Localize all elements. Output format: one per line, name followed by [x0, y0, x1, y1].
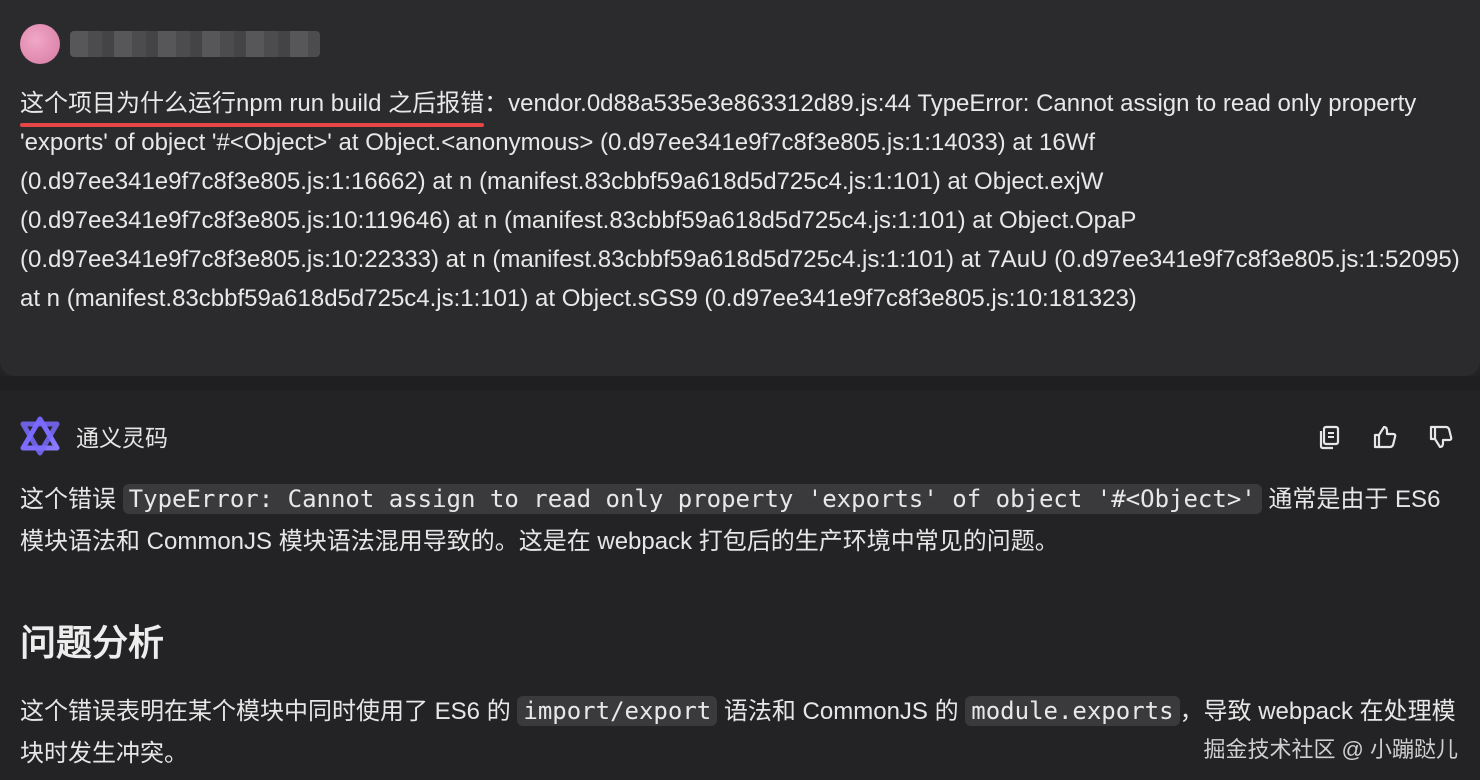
- question-lead-text: 这个项目为什么运行npm run build 之后报错: [20, 90, 485, 117]
- p2-text-a: 这个错误表明在某个模块中同时使用了 ES6 的: [20, 698, 518, 725]
- copy-icon[interactable]: [1316, 424, 1342, 450]
- section-heading: 问题分析: [20, 622, 165, 663]
- user-header: [20, 24, 320, 64]
- message-divider: [0, 376, 1480, 390]
- tongyi-logo-icon: [20, 416, 60, 456]
- user-question: 这个项目为什么运行npm run build 之后报错 ：vendor.0d88a…: [20, 84, 1460, 318]
- message-actions: [1316, 424, 1454, 450]
- avatar[interactable]: [20, 24, 60, 64]
- p1-text-a: 这个错误: [20, 486, 123, 513]
- username-redacted: [70, 31, 320, 57]
- inline-code: TypeError: Cannot assign to read only pr…: [122, 484, 1262, 514]
- inline-code: module.exports: [965, 696, 1180, 726]
- thumbs-down-icon[interactable]: [1428, 424, 1454, 450]
- watermark: 掘金技术社区 @ 小蹦跶儿: [1203, 737, 1458, 762]
- question-lead: 这个项目为什么运行npm run build 之后报错: [20, 90, 485, 127]
- answer-paragraph-1: 这个错误 TypeError: Cannot assign to read on…: [20, 478, 1460, 563]
- assistant-message: 通义灵码 这个错误 TypeError: Cannot assign to re…: [0, 390, 1480, 780]
- thumbs-up-icon[interactable]: [1372, 424, 1398, 450]
- red-underline: [20, 123, 485, 127]
- inline-code: import/export: [517, 696, 718, 726]
- user-message: 这个项目为什么运行npm run build 之后报错 ：vendor.0d88a…: [0, 0, 1480, 376]
- assistant-name: 通义灵码: [76, 425, 168, 451]
- assistant-header: 通义灵码: [20, 416, 168, 456]
- p2-text-b: 语法和 CommonJS 的: [717, 698, 966, 725]
